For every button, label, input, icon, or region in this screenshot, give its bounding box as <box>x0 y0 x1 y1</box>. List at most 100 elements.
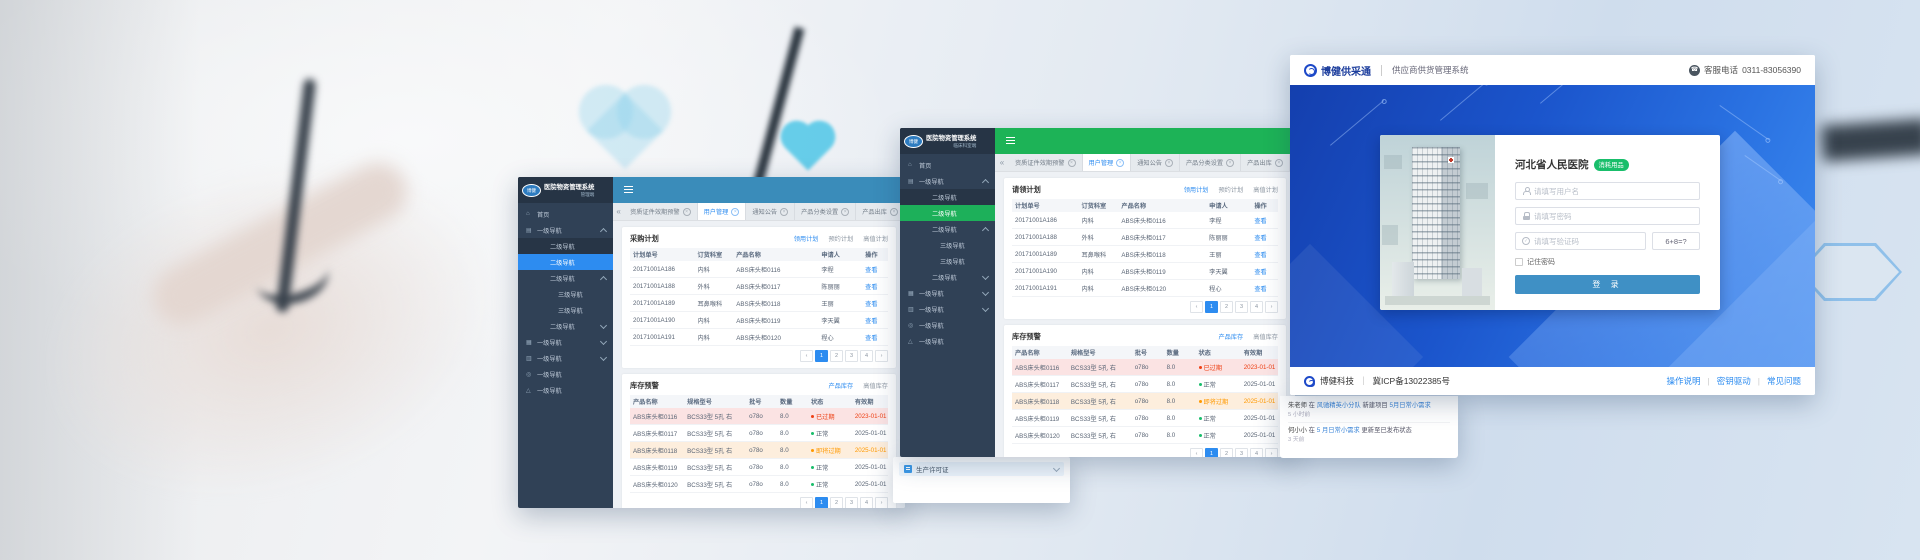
remember-checkbox[interactable] <box>1515 258 1523 266</box>
sidebar-item[interactable]: ▤ 一级导航 <box>518 222 613 238</box>
view-link[interactable]: 查看 <box>1251 216 1278 225</box>
feed-link[interactable]: 5 月日常小需求 <box>1317 427 1360 434</box>
page-button[interactable]: › <box>875 497 888 508</box>
sidebar-item[interactable]: 三级导航 <box>900 253 995 269</box>
page-button[interactable]: 2 <box>830 497 843 508</box>
sidebar-item[interactable]: ◎ 一级导航 <box>518 366 613 382</box>
page-button[interactable]: 3 <box>845 350 858 362</box>
plan-filter-link[interactable]: 领用计划 <box>794 234 819 243</box>
captcha-input[interactable]: 请填写验证码 <box>1515 232 1646 250</box>
stock-filter-link[interactable]: 产品库存 <box>1219 332 1244 341</box>
content-tab[interactable]: 用户管理 <box>1083 154 1132 171</box>
content-tab[interactable]: 资质证件效期预警 <box>624 203 698 220</box>
sidebar-item[interactable]: △ 一级导航 <box>518 382 613 398</box>
content-tab[interactable]: 通知公告 <box>1131 154 1180 171</box>
tab-close-icon[interactable] <box>1226 159 1234 167</box>
content-tab[interactable]: 用户管理 <box>698 203 747 220</box>
content-tab[interactable]: 产品分类设置 <box>1180 154 1241 171</box>
page-button[interactable]: 2 <box>1220 448 1233 457</box>
sidebar-item[interactable]: 二级导航 <box>900 205 995 221</box>
content-tab[interactable]: 产品出库 <box>1241 154 1290 171</box>
key-driver-link[interactable]: 密钥驱动 <box>1717 375 1751 387</box>
username-input[interactable]: 请填写用户名 <box>1515 182 1700 200</box>
collapse-tabs-icon[interactable]: « <box>613 203 624 220</box>
menu-toggle-icon[interactable] <box>624 186 633 195</box>
sidebar-item[interactable]: ⌂ 首页 <box>518 206 613 222</box>
page-button[interactable]: ‹ <box>1190 301 1203 313</box>
help-link[interactable]: 操作说明 <box>1667 375 1701 387</box>
sidebar-item[interactable]: 三级导航 <box>518 286 613 302</box>
page-button[interactable]: 2 <box>1220 301 1233 313</box>
tab-close-icon[interactable] <box>1068 159 1076 167</box>
sidebar-item[interactable]: 二级导航 <box>518 238 613 254</box>
page-button[interactable]: › <box>1265 301 1278 313</box>
sidebar-item[interactable]: ⌂ 首页 <box>900 157 995 173</box>
view-link[interactable]: 查看 <box>862 316 888 325</box>
plan-filter-link[interactable]: 高值计划 <box>1253 185 1278 194</box>
faq-link[interactable]: 常见问题 <box>1767 375 1801 387</box>
page-button[interactable]: 1 <box>815 497 828 508</box>
sidebar-item[interactable]: 二级导航 <box>518 318 613 334</box>
sidebar-item[interactable]: ▦ 一级导航 <box>900 285 995 301</box>
certificate-row[interactable]: 生产许可证 <box>899 462 1064 476</box>
view-link[interactable]: 查看 <box>862 265 888 274</box>
content-tab[interactable]: 产品分类设置 <box>795 203 856 220</box>
page-button[interactable]: 4 <box>1250 301 1263 313</box>
page-button[interactable]: 3 <box>1235 448 1248 457</box>
view-link[interactable]: 查看 <box>862 299 888 308</box>
sidebar-item[interactable]: 二级导航 <box>900 221 995 237</box>
plan-filter-link[interactable]: 预约计划 <box>829 234 854 243</box>
sidebar-item[interactable]: ▦ 一级导航 <box>518 334 613 350</box>
page-button[interactable]: 1 <box>815 350 828 362</box>
page-button[interactable]: 3 <box>845 497 858 508</box>
page-button[interactable]: 2 <box>830 350 843 362</box>
sidebar-item[interactable]: 二级导航 <box>900 189 995 205</box>
plan-filter-link[interactable]: 高值计划 <box>863 234 888 243</box>
stock-filter-link[interactable]: 产品库存 <box>829 381 854 390</box>
sidebar-item[interactable]: ▤ 一级导航 <box>900 173 995 189</box>
view-link[interactable]: 查看 <box>1251 250 1278 259</box>
collapse-tabs-icon[interactable]: « <box>995 154 1009 171</box>
tab-close-icon[interactable] <box>841 208 849 216</box>
tab-close-icon[interactable] <box>1165 159 1173 167</box>
tab-close-icon[interactable] <box>731 208 739 216</box>
stock-filter-link[interactable]: 高值库存 <box>1253 332 1278 341</box>
feed-link[interactable]: 风驰精英小分队 <box>1317 402 1361 409</box>
view-link[interactable]: 查看 <box>862 282 888 291</box>
sidebar-item[interactable]: 二级导航 <box>518 254 613 270</box>
sidebar-item[interactable]: 二级导航 <box>518 270 613 286</box>
page-button[interactable]: 4 <box>860 497 873 508</box>
page-button[interactable]: ‹ <box>1190 448 1203 457</box>
tab-close-icon[interactable] <box>1275 159 1283 167</box>
page-button[interactable]: 1 <box>1205 301 1218 313</box>
stock-filter-link[interactable]: 高值库存 <box>863 381 888 390</box>
feed-link[interactable]: 5月日常小需求 <box>1389 402 1430 409</box>
login-button[interactable]: 登 录 <box>1515 275 1700 294</box>
sidebar-item[interactable]: 二级导航 <box>900 269 995 285</box>
tab-close-icon[interactable] <box>890 208 898 216</box>
tab-close-icon[interactable] <box>1116 159 1124 167</box>
view-link[interactable]: 查看 <box>862 333 888 342</box>
tab-close-icon[interactable] <box>683 208 691 216</box>
page-button[interactable]: 1 <box>1205 448 1218 457</box>
page-button[interactable]: 4 <box>1250 448 1263 457</box>
plan-filter-link[interactable]: 领用计划 <box>1184 185 1209 194</box>
password-input[interactable]: 请填写密码 <box>1515 207 1700 225</box>
sidebar-item[interactable]: ◎ 一级导航 <box>900 317 995 333</box>
view-link[interactable]: 查看 <box>1251 233 1278 242</box>
page-button[interactable]: ‹ <box>800 497 813 508</box>
sidebar-item[interactable]: 三级导航 <box>518 302 613 318</box>
sidebar-item[interactable]: 三级导航 <box>900 237 995 253</box>
page-button[interactable]: ‹ <box>800 350 813 362</box>
tab-close-icon[interactable] <box>780 208 788 216</box>
sidebar-item[interactable]: ▥ 一级导航 <box>900 301 995 317</box>
content-tab[interactable]: 产品出库 <box>856 203 905 220</box>
page-button[interactable]: 4 <box>860 350 873 362</box>
page-button[interactable]: 3 <box>1235 301 1248 313</box>
menu-toggle-icon[interactable] <box>1006 137 1015 146</box>
sidebar-item[interactable]: ▥ 一级导航 <box>518 350 613 366</box>
view-link[interactable]: 查看 <box>1251 267 1278 276</box>
page-button[interactable]: › <box>875 350 888 362</box>
plan-filter-link[interactable]: 预约计划 <box>1219 185 1244 194</box>
captcha-question[interactable]: 6+8=? <box>1652 232 1700 250</box>
